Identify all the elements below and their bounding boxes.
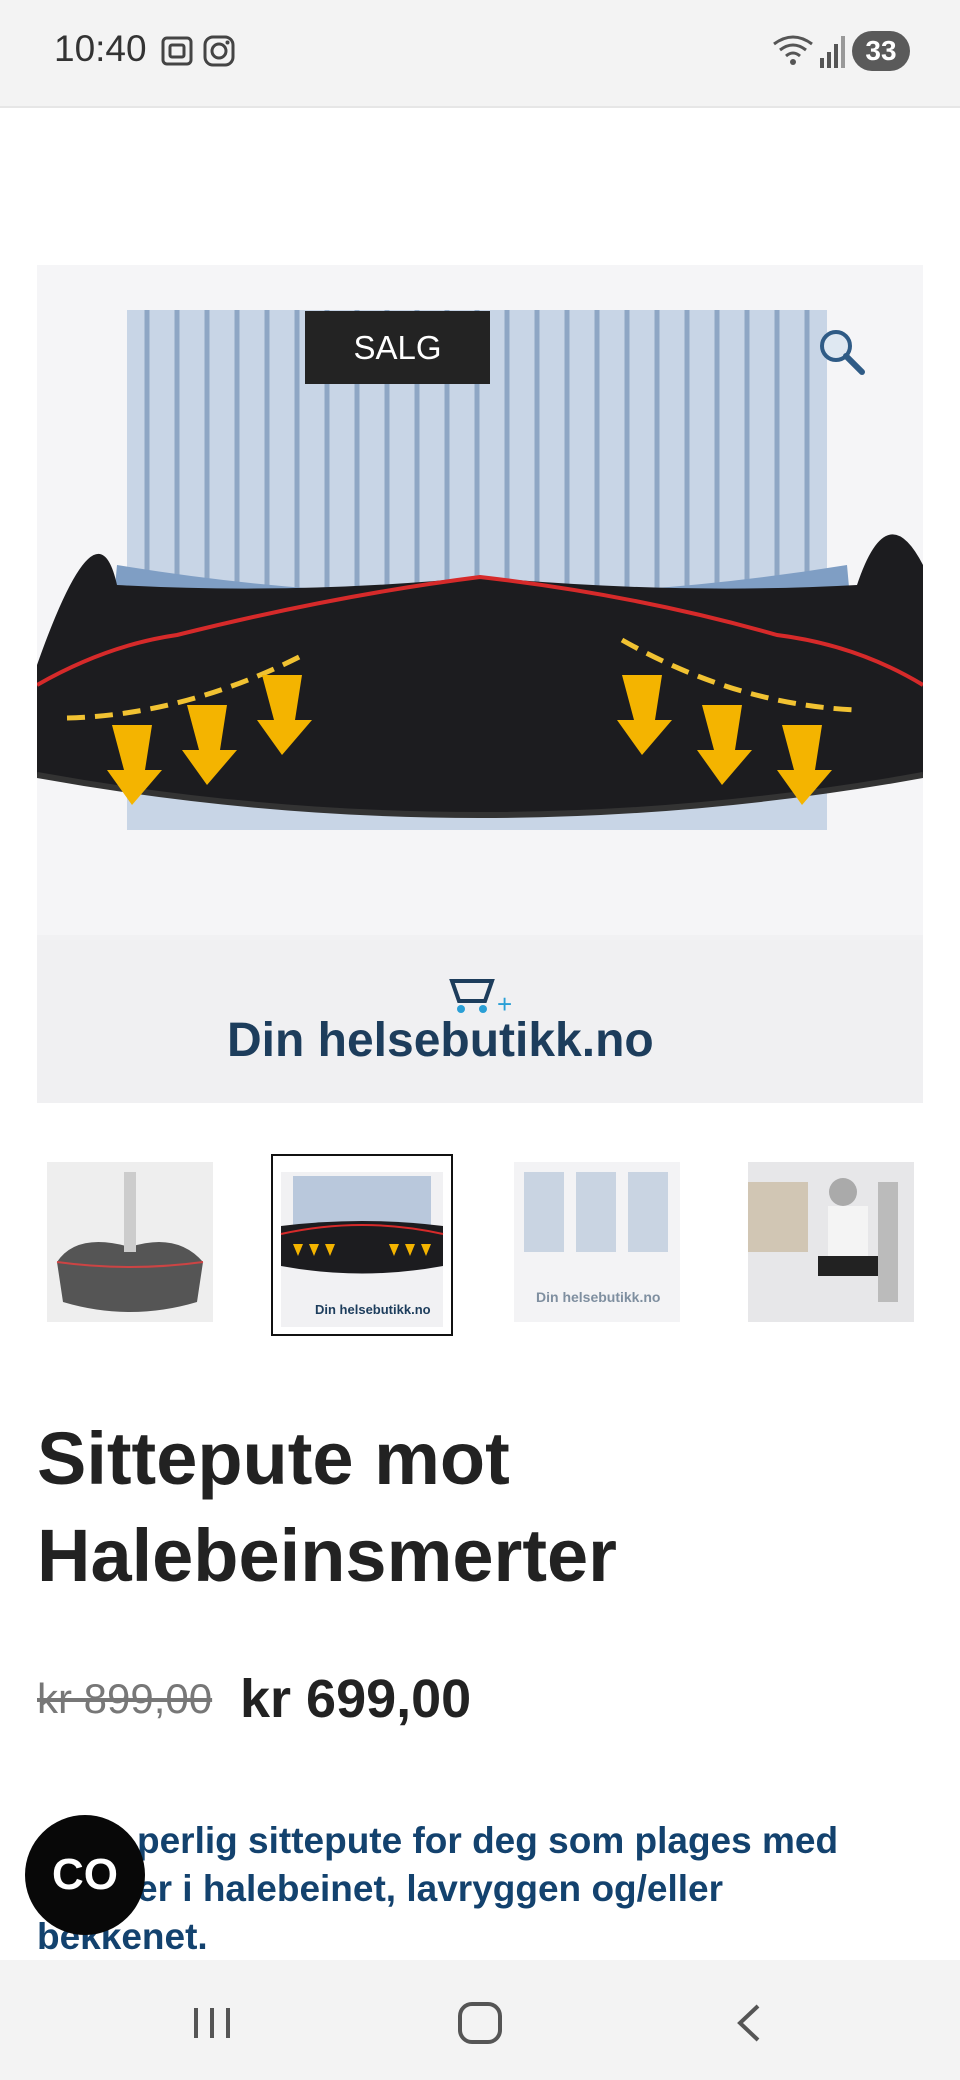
brand-text: Din helsebutikk.no: [227, 1013, 654, 1068]
office-chair-image: [748, 1162, 914, 1322]
old-price: kr 899,00: [37, 1675, 213, 1722]
cushion-illustration: +: [37, 265, 923, 1103]
thumbnail-spine-cushion[interactable]: [47, 1162, 213, 1322]
chat-icon: CO: [52, 1850, 118, 1899]
thumbnail-office-chair[interactable]: [748, 1162, 914, 1322]
signal-icon: [820, 36, 845, 68]
screenshot-icon: [161, 36, 193, 66]
thumbnail-three-views[interactable]: Din helsebutikk.no: [514, 1162, 680, 1322]
description-line-1: perlig sittepute for deg som plages med: [137, 1820, 839, 1861]
product-image[interactable]: + Din helsebutikk.no: [37, 265, 923, 1103]
home-icon[interactable]: [450, 2000, 510, 2046]
status-time: 10:40: [54, 28, 147, 69]
chat-button[interactable]: CO: [25, 1815, 145, 1935]
product-description: perlig sittepute for deg som plages med …: [37, 1817, 897, 1961]
three-views-image: Din helsebutikk.no: [514, 1162, 680, 1322]
zoom-icon[interactable]: [816, 326, 868, 378]
battery-indicator: 33: [852, 31, 910, 71]
product-title: Sittepute mot Halebeinsmerter: [37, 1417, 617, 1597]
thumbnail-cushion-arrows[interactable]: Din helsebutikk.no: [271, 1154, 453, 1336]
cushion-arrows-image: Din helsebutikk.no: [280, 1172, 444, 1327]
new-price: kr 699,00: [240, 1669, 472, 1729]
instagram-icon: [203, 35, 235, 67]
svg-text:Din helsebutikk.no: Din helsebutikk.no: [315, 1302, 431, 1317]
description-line-2: er i halebeinet, lavryggen og/eller: [137, 1868, 724, 1909]
spine-cushion-image: [47, 1162, 213, 1322]
description-line-3: bekkenet.: [37, 1916, 208, 1957]
sale-badge: SALG: [305, 311, 490, 384]
svg-text:Din helsebutikk.no: Din helsebutikk.no: [536, 1289, 660, 1305]
status-bar: 10:40 33: [0, 0, 960, 108]
back-icon[interactable]: [720, 2000, 780, 2046]
brand-text-value: Din helsebutikk.no: [227, 1014, 654, 1067]
wifi-icon: [773, 35, 813, 65]
recent-apps-icon[interactable]: [182, 2000, 242, 2046]
